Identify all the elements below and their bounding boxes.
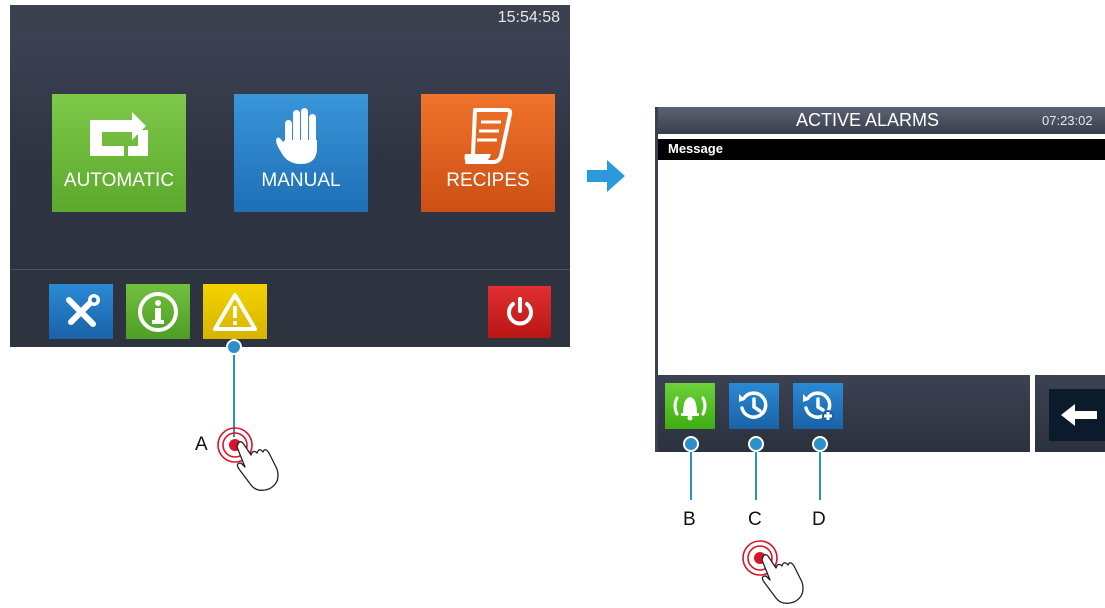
alarm-history-extended-button[interactable] xyxy=(793,383,843,429)
manual-label: MANUAL xyxy=(261,170,341,191)
touch-gesture-icon-bcd xyxy=(742,540,804,604)
history-icon xyxy=(739,391,768,419)
status-bar: 15:54:58 xyxy=(10,5,570,33)
callout-label-b: B xyxy=(683,509,696,530)
wrench-screwdriver-icon xyxy=(66,293,100,327)
clock: 15:54:58 xyxy=(497,9,560,26)
recipes-label: RECIPES xyxy=(446,170,530,191)
callout-dot-d xyxy=(812,436,828,452)
main-menu-screen: 15:54:58 AUTOMATIC MANUAL RECIPES xyxy=(10,5,570,347)
recipes-button[interactable]: RECIPES xyxy=(421,94,555,212)
power-button[interactable] xyxy=(488,286,551,338)
alarm-list[interactable] xyxy=(658,160,1105,375)
alarm-bell-icon xyxy=(673,396,707,421)
alarms-button[interactable] xyxy=(203,284,267,339)
active-alarms-screen: ACTIVE ALARMS 07:23:02 Message xyxy=(655,107,1105,452)
warning-icon xyxy=(213,292,257,331)
manual-button[interactable]: MANUAL xyxy=(234,94,368,212)
settings-button[interactable] xyxy=(49,284,113,339)
callout-dot-a xyxy=(226,339,242,355)
callout-line-a xyxy=(233,345,235,437)
history-plus-icon xyxy=(803,391,834,422)
title-bar: ACTIVE ALARMS 07:23:02 xyxy=(658,107,1105,134)
power-icon xyxy=(506,297,533,326)
screen-title: ACTIVE ALARMS xyxy=(796,110,940,130)
automatic-label: AUTOMATIC xyxy=(63,170,175,191)
back-button[interactable] xyxy=(1049,389,1105,441)
automatic-button[interactable]: AUTOMATIC xyxy=(52,94,186,212)
callout-dot-c xyxy=(748,436,764,452)
callout-label-c: C xyxy=(748,509,762,530)
info-button[interactable] xyxy=(126,284,190,339)
touch-gesture-icon-a xyxy=(217,427,279,491)
callout-label-d: D xyxy=(812,509,826,530)
info-icon xyxy=(138,291,178,332)
active-alarms-button[interactable] xyxy=(665,383,715,429)
alarm-history-button[interactable] xyxy=(729,383,779,429)
table-header: Message xyxy=(658,139,1105,160)
repeat-icon xyxy=(90,112,148,156)
hand-icon xyxy=(276,108,317,164)
recipe-document-icon xyxy=(464,108,513,164)
back-arrow-icon xyxy=(1060,404,1097,426)
transition-arrow-icon xyxy=(587,160,625,192)
clock: 07:23:02 xyxy=(1042,113,1093,128)
column-header-message: Message xyxy=(668,141,723,156)
callout-label-a: A xyxy=(195,434,208,455)
callout-dot-b xyxy=(683,436,699,452)
